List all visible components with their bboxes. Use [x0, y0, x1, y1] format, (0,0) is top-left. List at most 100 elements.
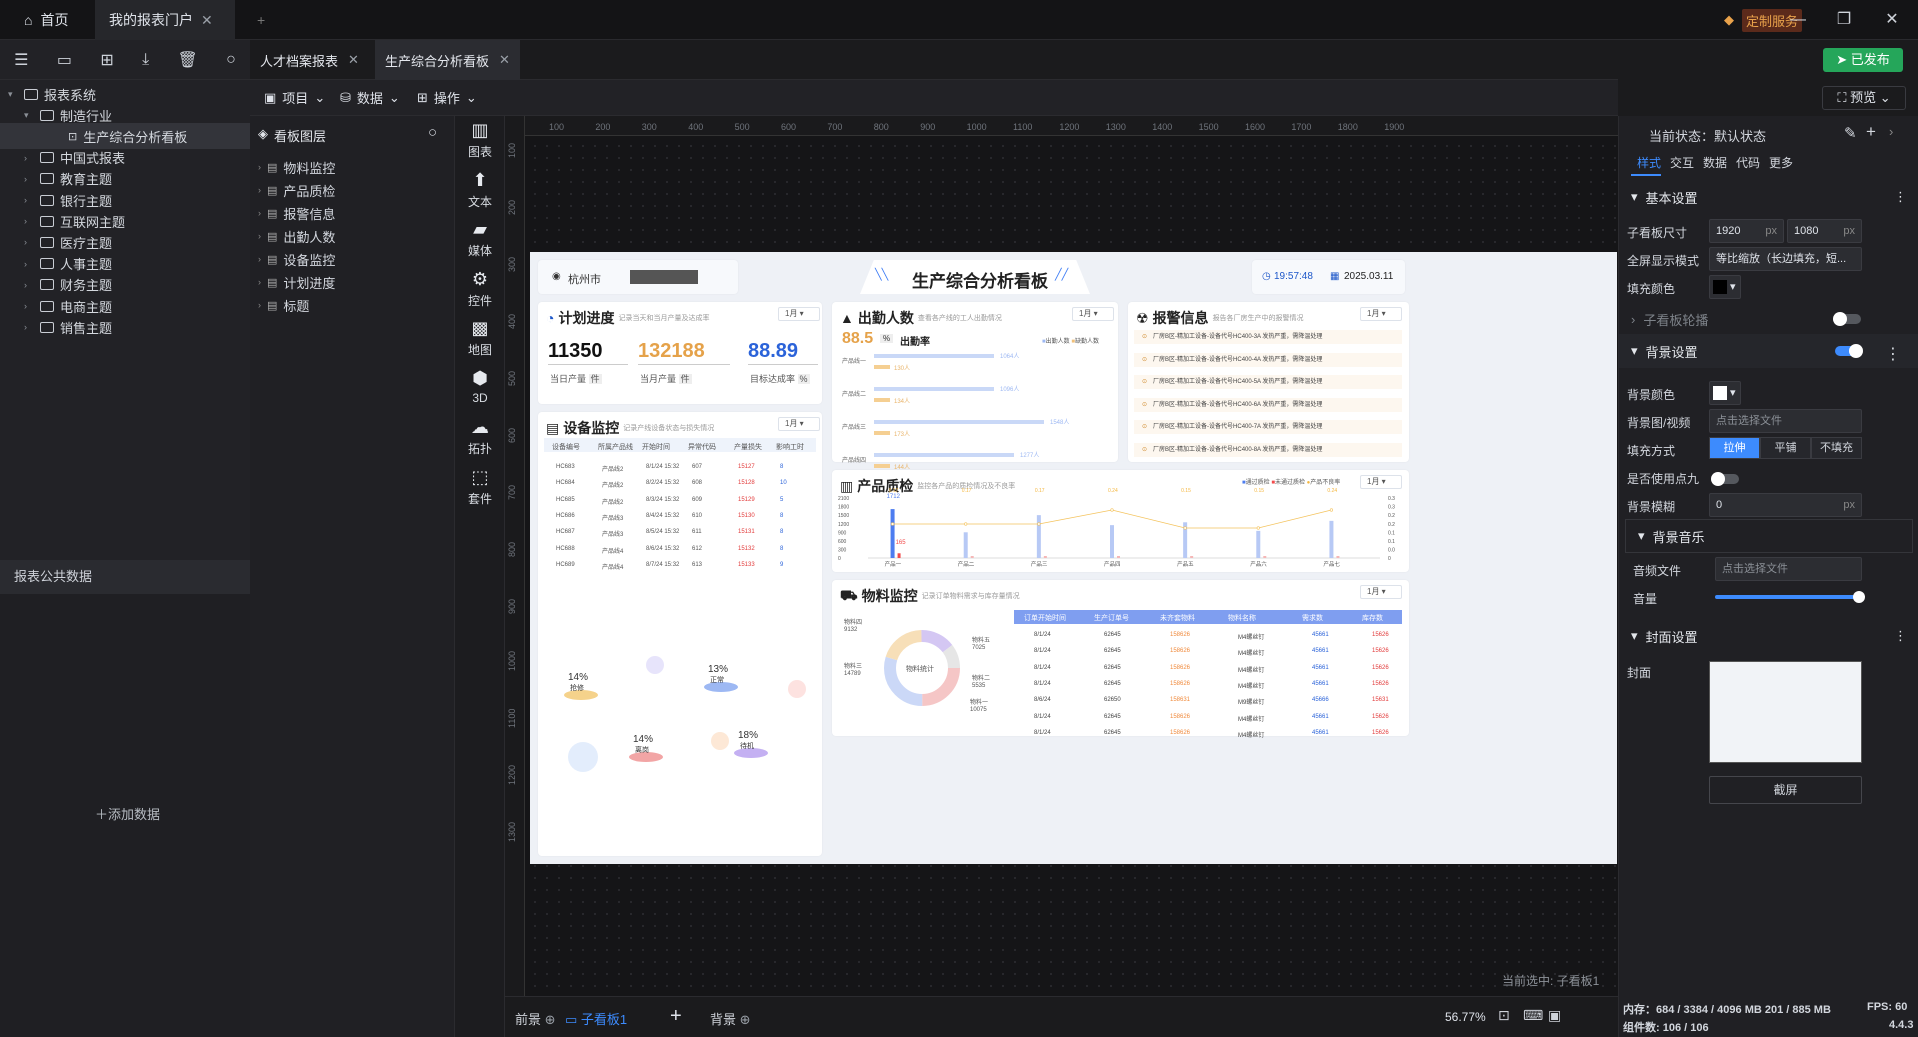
fill-option[interactable]: 平铺 [1760, 437, 1811, 459]
background-file-select[interactable]: 点击选择文件 [1709, 409, 1862, 433]
chevron-icon[interactable]: › [24, 174, 34, 184]
component-kit[interactable]: ⬚ 套件 [455, 467, 505, 507]
terminal-icon[interactable]: ▣ [1548, 1007, 1561, 1024]
report-portal-tab[interactable]: 我的报表门户 ✕ [95, 0, 235, 40]
alarm-row[interactable]: ⊙ 厂房B区-精加工设备-设备代号HC400-5A 发热严重，需降温处理 [1134, 375, 1402, 389]
alarm-row[interactable]: ⊙ 厂房B区-精加工设备-设备代号HC400-8A 发热严重，需降温处理 [1134, 442, 1402, 457]
dashboard-canvas[interactable]: ◉ 杭州市 ╲╲ 生产综合分析看板 ╱╱ ◷ 19:57:48 ▦ 2025.0… [530, 252, 1617, 864]
chevron-icon[interactable]: › [258, 254, 261, 264]
height-input[interactable]: 1080 px [1787, 219, 1862, 243]
component-media[interactable]: ▰ 媒体 [455, 219, 505, 259]
month-select[interactable]: 1月 ▾ [778, 307, 820, 321]
chevron-icon[interactable]: › [24, 153, 34, 163]
month-select[interactable]: 1月 ▾ [1360, 585, 1402, 599]
menu-operation[interactable]: ⊞ 操作 ⌄ [417, 88, 477, 107]
new-tab-button[interactable]: + [243, 0, 279, 40]
chevron-icon[interactable]: › [258, 185, 261, 195]
volume-slider[interactable] [1715, 595, 1858, 599]
alarm-row[interactable]: ⊙ 厂房B区-精加工设备-设备代号HC400-3A 发热严重，需降温处理 [1134, 330, 1402, 344]
layer-item[interactable]: › ▤ 物料监控 [258, 156, 335, 178]
foreground-tab[interactable]: 前景 ⊕ [515, 1009, 556, 1028]
alarm-row[interactable]: ⊙ 厂房B区-精加工设备-设备代号HC400-6A 发热严重，需降温处理 [1134, 397, 1402, 412]
zoom-level[interactable]: 56.77% [1445, 1010, 1486, 1024]
menu-data[interactable]: ⛁ 数据 ⌄ [340, 88, 400, 107]
layer-item[interactable]: › ▤ 产品质检 [258, 179, 335, 201]
chevron-icon[interactable]: › [24, 237, 34, 247]
background-settings-section[interactable]: ▾ 背景设置 [1619, 334, 1918, 368]
carousel-section[interactable]: › 子看板轮播 [1619, 302, 1918, 336]
download-icon[interactable]: ⤓ [142, 51, 149, 69]
search-icon[interactable]: ○ [428, 124, 437, 141]
minimize-icon[interactable]: — [1788, 10, 1808, 30]
fill-color-picker[interactable]: ▾ [1709, 275, 1741, 299]
basic-settings-section[interactable]: ▾ 基本设置 ⋮ [1619, 180, 1918, 214]
edit-icon[interactable]: ✎ [1844, 124, 1857, 142]
screenshot-button[interactable]: 截屏 [1709, 776, 1862, 804]
cover-settings-section[interactable]: ▾ 封面设置 ⋮ [1619, 619, 1918, 653]
close-icon[interactable]: ✕ [499, 52, 510, 68]
close-icon[interactable]: ✕ [201, 12, 213, 29]
menu-project[interactable]: ▣ 项目 ⌄ [264, 88, 325, 107]
component-topology[interactable]: ☁ 拓扑 [455, 417, 505, 457]
alarm-row[interactable]: ⊙ 厂房B区-精加工设备-设备代号HC400-4A 发热严重，需降温处理 [1134, 352, 1402, 367]
trash-icon[interactable]: 🗑 [178, 50, 198, 70]
tab-2[interactable]: 数据 [1703, 154, 1727, 171]
layer-item[interactable]: › ▤ 报警信息 [258, 202, 335, 224]
background-color-picker[interactable]: ▾ [1709, 381, 1741, 405]
component-bar-chart[interactable]: ▥ 图表 [455, 120, 505, 160]
chevron-icon[interactable]: ▾ [8, 89, 18, 100]
tab-sub-board[interactable]: ▭ 子看板1 [565, 1009, 627, 1028]
preview-button[interactable]: ⛶ 预览 ⌄ [1822, 86, 1906, 110]
chevron-icon[interactable]: › [258, 208, 261, 218]
keyboard-icon[interactable]: ⌨ [1523, 1007, 1543, 1024]
tab-3[interactable]: 代码 [1736, 154, 1760, 171]
alarm-row[interactable]: ⊙ 厂房B区-精加工设备-设备代号HC400-7A 发热严重，需降温处理 [1134, 420, 1402, 434]
chevron-icon[interactable]: › [258, 162, 261, 172]
chevron-icon[interactable]: › [24, 259, 34, 269]
chevron-icon[interactable]: › [24, 301, 34, 311]
add-icon[interactable]: ⊕ [740, 1012, 751, 1027]
chevron-icon[interactable]: › [24, 216, 34, 226]
more-icon[interactable]: ⋮ [1894, 628, 1907, 644]
fullscreen-mode-select[interactable]: 等比缩放（长边填充，短... [1709, 247, 1862, 271]
month-select[interactable]: 1月 ▾ [1360, 307, 1402, 321]
add-board-button[interactable]: + [670, 1005, 682, 1028]
fit-icon[interactable]: ⊡ [1498, 1007, 1510, 1024]
component-control[interactable]: ⚙ 控件 [455, 269, 505, 309]
more-icon[interactable]: ⋮ [1894, 189, 1907, 205]
search-icon[interactable]: ○ [226, 51, 236, 69]
music-section[interactable]: ▾ 背景音乐 [1625, 519, 1913, 553]
add-state-icon[interactable]: + [1866, 122, 1876, 142]
chevron-icon[interactable]: ▾ [24, 110, 34, 121]
tab-0[interactable]: 样式 [1637, 154, 1661, 171]
dot9-toggle[interactable] [1711, 472, 1739, 486]
chevron-icon[interactable]: › [24, 322, 34, 332]
folder-add-icon[interactable]: ▭ [57, 50, 72, 70]
chevron-icon[interactable]: › [258, 231, 261, 241]
file-add-icon[interactable]: ⊞ [100, 50, 113, 70]
fill-option[interactable]: 拉伸 [1709, 437, 1760, 459]
layer-item[interactable]: › ▤ 标题 [258, 294, 309, 316]
menu-icon[interactable]: ☰ [14, 50, 28, 70]
chevron-icon[interactable]: › [24, 280, 34, 290]
chevron-icon[interactable]: › [258, 277, 261, 287]
layer-item[interactable]: › ▤ 出勤人数 [258, 225, 335, 247]
component-text[interactable]: ⬆ 文本 [455, 170, 505, 210]
component-map[interactable]: ▩ 地图 [455, 318, 505, 358]
chevron-icon[interactable]: › [24, 195, 34, 205]
tab-production-dashboard[interactable]: 生产综合分析看板 ✕ [375, 40, 520, 80]
add-data-button[interactable]: ＋添加数据 [95, 804, 160, 823]
volume-handle[interactable] [1853, 591, 1865, 603]
fill-option[interactable]: 不填充 [1811, 437, 1862, 459]
audio-file-select[interactable]: 点击选择文件 [1715, 557, 1862, 581]
month-select[interactable]: 1月 ▾ [1072, 307, 1114, 321]
tree-node[interactable]: › 销售主题 [24, 314, 112, 340]
background-toggle[interactable] [1835, 344, 1863, 358]
tab-1[interactable]: 交互 [1670, 154, 1694, 171]
chevron-icon[interactable]: › [258, 300, 261, 310]
add-icon[interactable]: ⊕ [545, 1012, 556, 1027]
layer-item[interactable]: › ▤ 设备监控 [258, 248, 335, 270]
restore-icon[interactable]: ❐ [1834, 10, 1854, 30]
tab-4[interactable]: 更多 [1769, 154, 1793, 171]
more-icon[interactable]: ⋮ [1885, 344, 1901, 364]
